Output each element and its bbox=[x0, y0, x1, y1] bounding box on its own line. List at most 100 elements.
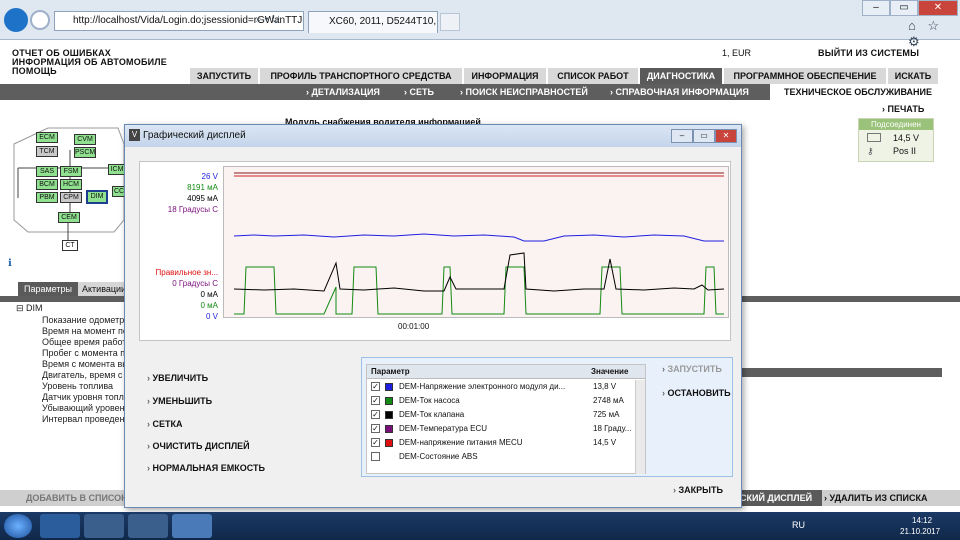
table-row[interactable]: ✓ DEM-Ток клапана 725 мА bbox=[367, 408, 645, 422]
media-player-icon[interactable] bbox=[128, 514, 168, 538]
row-checkbox[interactable] bbox=[371, 452, 380, 461]
print-link[interactable]: › ПЕЧАТЬ bbox=[882, 104, 924, 114]
tab-software[interactable]: ПРОГРАММНОЕ ОБЕСПЕЧЕНИЕ bbox=[724, 68, 888, 84]
ie-icon[interactable] bbox=[40, 514, 80, 538]
row-checkbox[interactable]: ✓ bbox=[371, 438, 380, 447]
address-icons[interactable]: ⌕ ▾ ↻ bbox=[256, 14, 280, 25]
start-button[interactable]: ЗАПУСТИТЬ bbox=[662, 364, 722, 374]
forward-button[interactable] bbox=[30, 10, 50, 30]
subnav-network[interactable]: › СЕТЬ bbox=[404, 84, 434, 100]
help-link[interactable]: ПОМОЩЬ bbox=[12, 66, 57, 76]
minimize-window-button[interactable]: ‒ bbox=[862, 0, 890, 16]
row-checkbox[interactable]: ✓ bbox=[371, 410, 380, 419]
tree-item[interactable]: Общее время работ bbox=[42, 337, 126, 347]
close-window-button[interactable]: ✕ bbox=[918, 0, 958, 16]
node-pbm[interactable]: PBM bbox=[36, 192, 58, 203]
connection-panel: Подсоединен 14,5 V ⚷ Pos II bbox=[858, 118, 934, 162]
stop-button[interactable]: ОСТАНОВИТЬ bbox=[662, 388, 731, 398]
table-row[interactable]: ✓ DEM-Напряжение электронного модуля ди..… bbox=[367, 380, 645, 394]
tree-item[interactable]: Убывающий уровен bbox=[42, 403, 125, 413]
node-cpm[interactable]: CPM bbox=[60, 192, 82, 203]
tree-item[interactable]: Пробег с момента по bbox=[42, 348, 130, 358]
tree-item[interactable]: Время с момента вы bbox=[42, 359, 129, 369]
explorer-icon[interactable] bbox=[84, 514, 124, 538]
node-tcm[interactable]: TCM bbox=[36, 146, 58, 157]
tree-item[interactable]: Показание одометра bbox=[42, 315, 129, 325]
tree-root[interactable]: ⊟ DIM bbox=[16, 303, 43, 314]
y-label-pump-min: 0 мА bbox=[200, 301, 218, 310]
tree-item[interactable]: Двигатель, время с bbox=[42, 370, 122, 380]
node-ecm[interactable]: ECM bbox=[36, 132, 58, 143]
tab-parameters[interactable]: Параметры bbox=[18, 282, 78, 296]
tab-diagnostics[interactable]: ДИАГНОСТИКА bbox=[640, 68, 724, 84]
tab-search[interactable]: ИСКАТЬ bbox=[888, 68, 940, 84]
graph-maximize-button[interactable]: ▭ bbox=[693, 129, 715, 143]
table-row[interactable]: ✓ DEM-Ток насоса 2748 мА bbox=[367, 394, 645, 408]
node-hcm[interactable]: HCM bbox=[60, 179, 82, 190]
chrome-icon[interactable] bbox=[172, 514, 212, 538]
node-bcm[interactable]: BCM bbox=[36, 179, 58, 190]
param-name: DEM-напряжение питания MECU bbox=[399, 438, 523, 447]
node-dim[interactable]: DIM bbox=[86, 190, 108, 204]
table-scrollbar[interactable] bbox=[635, 380, 645, 474]
tree-item[interactable]: Интервал проведен bbox=[42, 414, 125, 424]
new-tab-button[interactable] bbox=[440, 13, 460, 31]
network-diagram: ECM TCM CVM PSCM ICM SAS FSM BCM HCM PBM… bbox=[8, 124, 126, 254]
subnav-details[interactable]: › ДЕТАЛИЗАЦИЯ bbox=[306, 84, 380, 100]
tree-item[interactable]: Время на момент по bbox=[42, 326, 128, 336]
row-checkbox[interactable]: ✓ bbox=[371, 424, 380, 433]
param-name: DEM-Ток клапана bbox=[399, 410, 465, 419]
series-color-swatch bbox=[385, 383, 393, 391]
tab-information[interactable]: ИНФОРМАЦИЯ bbox=[464, 68, 548, 84]
clock-time[interactable]: 14:12 bbox=[912, 516, 932, 525]
y-label-valve-max: 4095 мА bbox=[187, 194, 218, 203]
browser-toolbar: http://localhost/Vida/Login.do;jsessioni… bbox=[0, 0, 960, 49]
clear-display-button[interactable]: ОЧИСТИТЬ ДИСПЛЕЙ bbox=[147, 441, 250, 451]
graph-minimize-button[interactable]: ‒ bbox=[671, 129, 693, 143]
zoom-in-button[interactable]: УВЕЛИЧИТЬ bbox=[147, 373, 209, 383]
graph-window-titlebar[interactable]: V Графический дисплей ‒ ▭ ✕ bbox=[125, 125, 741, 147]
graph-display-button[interactable]: СКИЙ ДИСПЛЕЙ bbox=[740, 490, 822, 506]
row-checkbox[interactable]: ✓ bbox=[371, 396, 380, 405]
graph-window-title: Графический дисплей bbox=[143, 130, 246, 141]
tree-item[interactable]: Датчик уровня топлив bbox=[42, 392, 134, 402]
node-sas[interactable]: SAS bbox=[36, 166, 58, 177]
normal-capacity-button[interactable]: НОРМАЛЬНАЯ ЕМКОСТЬ bbox=[147, 463, 265, 473]
node-cem[interactable]: CEM bbox=[58, 212, 80, 223]
table-row[interactable]: DEM-Состояние ABS bbox=[367, 450, 645, 464]
node-fsm[interactable]: FSM bbox=[60, 166, 82, 177]
graph-close-button[interactable]: ✕ bbox=[715, 129, 737, 143]
table-row[interactable]: ✓ DEM-напряжение питания MECU 14,5 V bbox=[367, 436, 645, 450]
signal-plot[interactable] bbox=[223, 166, 729, 318]
start-button-icon[interactable] bbox=[4, 514, 32, 538]
tree-item[interactable]: Уровень топлива bbox=[42, 381, 113, 391]
grid-button[interactable]: СЕТКА bbox=[147, 419, 183, 429]
column-header-value[interactable]: Значение bbox=[587, 365, 645, 379]
tab-vehicle-profile[interactable]: ПРОФИЛЬ ТРАНСПОРТНОГО СРЕДСТВА bbox=[260, 68, 464, 84]
subnav-fault-tracing[interactable]: › ПОИСК НЕИСПРАВНОСТЕЙ bbox=[460, 84, 588, 100]
zoom-out-button[interactable]: УМЕНЬШИТЬ bbox=[147, 396, 213, 406]
subnav-maintenance[interactable]: ТЕХНИЧЕСКОЕ ОБСЛУЖИВАНИЕ bbox=[770, 84, 960, 100]
language-indicator[interactable]: RU bbox=[792, 520, 805, 530]
browser-tab[interactable]: XC60, 2011, D5244T10, M66... bbox=[308, 11, 438, 33]
tab-start[interactable]: ЗАПУСТИТЬ bbox=[190, 68, 260, 84]
back-button[interactable] bbox=[4, 8, 28, 32]
parameter-table-panel: Параметр Значение ✓ DEM-Напряжение электр… bbox=[361, 357, 733, 477]
node-pscm[interactable]: PSCM bbox=[74, 147, 96, 158]
maximize-window-button[interactable]: ▭ bbox=[890, 0, 918, 16]
param-name: DEM-Ток насоса bbox=[399, 396, 460, 405]
remove-from-list-button[interactable]: › УДАЛИТЬ ИЗ СПИСКА bbox=[824, 490, 927, 506]
logout-link[interactable]: ВЫЙТИ ИЗ СИСТЕМЫ bbox=[818, 48, 919, 58]
tab-work-list[interactable]: СПИСОК РАБОТ bbox=[548, 68, 640, 84]
row-checkbox[interactable]: ✓ bbox=[371, 382, 380, 391]
info-icon[interactable]: ℹ bbox=[8, 258, 12, 269]
close-button[interactable]: ЗАКРЫТЬ bbox=[673, 485, 723, 495]
param-name: DEM-Состояние ABS bbox=[399, 452, 478, 461]
table-row[interactable]: ✓ DEM-Температура ECU 18 Граду... bbox=[367, 422, 645, 436]
column-header-parameter[interactable]: Параметр bbox=[367, 365, 587, 379]
node-cvm[interactable]: CVM bbox=[74, 134, 96, 145]
clock-date[interactable]: 21.10.2017 bbox=[900, 527, 940, 536]
add-to-list-button[interactable]: ДОБАВИТЬ В СПИСОК bbox=[26, 490, 127, 506]
node-ct[interactable]: CT bbox=[62, 240, 78, 251]
subnav-reference[interactable]: › СПРАВОЧНАЯ ИНФОРМАЦИЯ bbox=[610, 84, 749, 100]
